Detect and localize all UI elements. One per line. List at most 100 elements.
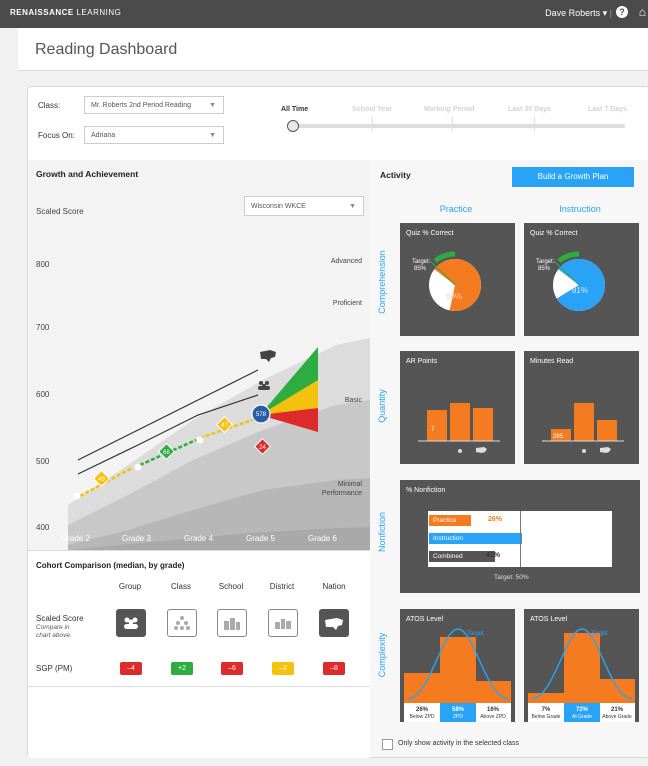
- quiz-instruction-pie: 81% Target: 85%: [536, 251, 605, 311]
- col-school: School: [218, 582, 244, 591]
- sgp-school: –6: [221, 662, 243, 675]
- bin-pct: 26%: [416, 707, 429, 713]
- row-complexity: Complexity: [377, 632, 387, 678]
- bin-below: [528, 693, 564, 703]
- col-group: Group: [118, 582, 142, 591]
- class-select-value: Mr. Roberts 2nd Period Reading: [91, 102, 191, 109]
- current-score-label: 578: [256, 412, 267, 418]
- row-sgp: SGP (PM): [36, 664, 73, 673]
- target-label: Target:: [412, 259, 431, 265]
- ar-points-card[interactable]: AR Points 7: [400, 351, 515, 464]
- timeline-last-30-days[interactable]: Last 30 Days: [508, 106, 551, 113]
- selected-class-checkbox[interactable]: [382, 739, 393, 750]
- sgp-label: 68: [163, 450, 170, 456]
- col-class: Class: [170, 582, 191, 591]
- chevron-down-icon: ▾: [602, 8, 608, 18]
- bin-label: Above Grade: [602, 714, 632, 720]
- focus-select[interactable]: Adriana ▼: [84, 126, 224, 144]
- user-name: Dave Roberts: [545, 8, 601, 18]
- score-point[interactable]: [73, 492, 81, 500]
- timeline-school-year[interactable]: School Year: [352, 106, 392, 113]
- bin-pct: 7%: [542, 707, 551, 713]
- target-line: [520, 511, 521, 567]
- title-bar: Reading Dashboard: [18, 28, 648, 71]
- logo-light: LEARNING: [76, 8, 122, 17]
- minutes-read-chart: 285: [542, 403, 624, 453]
- y-tick: 800: [36, 260, 50, 269]
- nonfiction-card[interactable]: % Nonfiction Practice 26% Instruction 58…: [400, 480, 640, 593]
- row-scaled-score: Scaled Score: [36, 614, 84, 623]
- us-map-icon: [476, 447, 487, 453]
- sgp-nation: –8: [323, 662, 345, 675]
- renaissance-logo[interactable]: RENAISSANCE LEARNING: [10, 8, 121, 17]
- dashboard-panel: Class: Mr. Roberts 2nd Period Reading ▼ …: [27, 86, 648, 758]
- class-icon[interactable]: [167, 609, 197, 637]
- card-title: % Nonfiction: [406, 487, 446, 494]
- y-tick: 500: [36, 457, 50, 466]
- bar-student: [427, 410, 447, 441]
- x-tick: Grade 6: [308, 534, 337, 543]
- nation-icon[interactable]: [319, 609, 349, 637]
- us-map-icon: [260, 350, 276, 362]
- nf-label: Combined: [433, 553, 463, 560]
- bin-zpd: [440, 637, 476, 703]
- activity-title: Activity: [380, 170, 411, 180]
- home-icon[interactable]: ⌂: [639, 5, 646, 19]
- build-growth-plan-button[interactable]: Build a Growth Plan: [512, 167, 634, 187]
- x-tick: Grade 4: [184, 534, 213, 543]
- cohort-comparison-panel: Cohort Comparison (median, by grade) Gro…: [28, 550, 371, 758]
- quiz-value: 68%: [446, 292, 462, 301]
- sgp-label: 24: [259, 445, 266, 451]
- minutes-read-card[interactable]: Minutes Read 285: [524, 351, 639, 464]
- bin-label: Below ZPD: [409, 714, 434, 720]
- school-icon[interactable]: [217, 609, 247, 637]
- atos-practice-chart: Target 26% Below ZPD 58% ZPD 16% Above Z…: [404, 628, 511, 722]
- timeline-tick: [372, 117, 373, 131]
- group-icon: [582, 449, 586, 453]
- help-icon[interactable]: ?: [616, 6, 628, 18]
- quiz-practice-card[interactable]: Quiz % Correct 68% Target: 85%: [400, 223, 515, 336]
- bin-at: [564, 633, 600, 703]
- district-icon[interactable]: [268, 609, 298, 637]
- quiz-instruction-card[interactable]: Quiz % Correct 81% Target: 85%: [524, 223, 639, 336]
- atos-practice-card[interactable]: ATOS Level Target 26% Below ZPD 58% ZPD …: [400, 609, 515, 722]
- quiz-value: 81%: [572, 286, 588, 295]
- x-tick: Grade 5: [246, 534, 275, 543]
- us-map-icon: [600, 447, 611, 453]
- atos-instruction-card[interactable]: ATOS Level Target 7% Below Grade 72% At …: [524, 609, 639, 722]
- group-icon[interactable]: [116, 609, 146, 637]
- quiz-practice-pie: 68% Target: 85%: [412, 251, 481, 311]
- bar-nation: [597, 420, 617, 441]
- chevron-down-icon: ▼: [209, 102, 216, 109]
- y-tick: 700: [36, 323, 50, 332]
- class-select[interactable]: Mr. Roberts 2nd Period Reading ▼: [84, 96, 224, 114]
- nonfiction-chart: Practice 26% Instruction 58% Combined 41…: [428, 511, 612, 567]
- row-nonfiction: Nonfiction: [377, 511, 387, 553]
- bar-group: [450, 403, 470, 441]
- col-district: District: [269, 582, 295, 591]
- target-label: Target:: [536, 259, 555, 265]
- band-label-performance: Performance: [321, 490, 362, 497]
- ar-points-chart: 7: [418, 403, 500, 453]
- growth-achievement-panel: Growth and Achievement Scaled Score Wisc…: [28, 160, 371, 550]
- row-scaled-score-sub-line2: chart above.: [36, 632, 72, 639]
- selected-class-checkbox-label[interactable]: Only show activity in the selected class: [398, 740, 519, 747]
- timeline-tick: [534, 117, 535, 131]
- score-point[interactable]: [196, 436, 204, 444]
- timeline-slider-handle[interactable]: [287, 120, 299, 132]
- timeline-last-7-days[interactable]: Last 7 Days: [588, 106, 627, 113]
- timeline-marking-period[interactable]: Marking Period: [424, 106, 475, 113]
- sgp-district: –2: [272, 662, 294, 675]
- target-label: Target: [467, 631, 484, 637]
- timeline-all-time[interactable]: All Time: [281, 106, 308, 113]
- nonfiction-target: Target: 50%: [494, 574, 529, 581]
- focus-label: Focus On:: [38, 131, 75, 140]
- nf-label: Practice: [433, 517, 457, 524]
- timeline-track[interactable]: [293, 124, 625, 128]
- page-title: Reading Dashboard: [35, 41, 178, 58]
- nf-value-instruction: 58%: [526, 534, 541, 541]
- sgp-group: –4: [120, 662, 142, 675]
- score-point[interactable]: [134, 463, 142, 471]
- user-menu[interactable]: Dave Roberts ▾ |: [545, 8, 612, 19]
- atos-instruction-chart: Target 7% Below Grade 72% At Grade 21% A…: [528, 628, 635, 722]
